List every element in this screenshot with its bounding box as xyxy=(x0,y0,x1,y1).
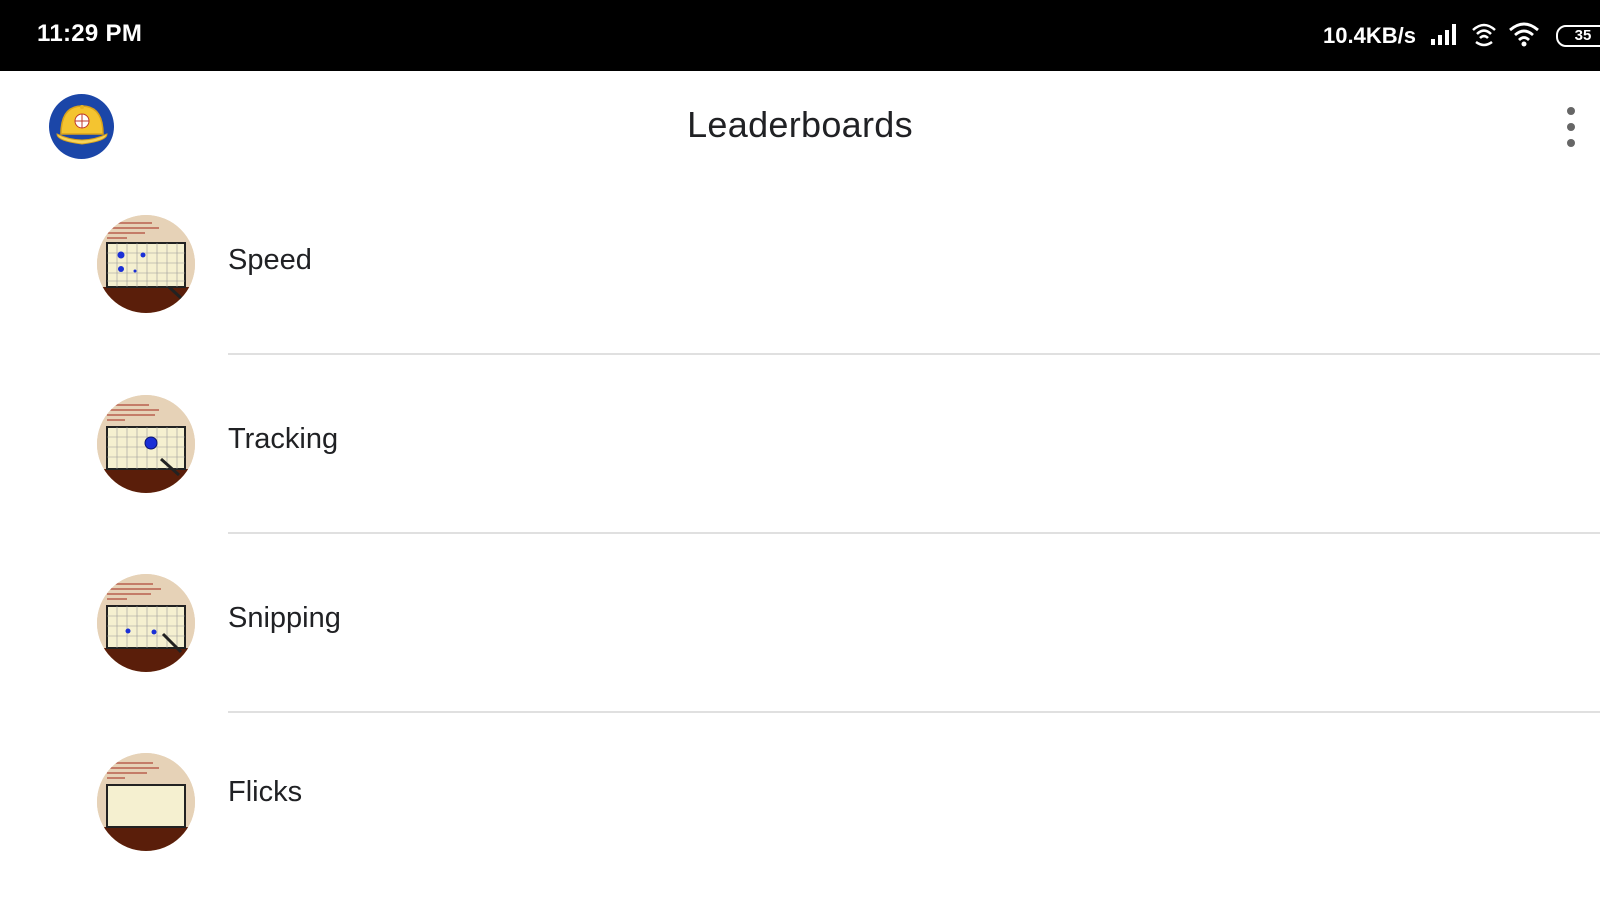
leaderboard-item-speed[interactable]: Speed xyxy=(0,181,1600,360)
hotspot-icon xyxy=(1470,21,1498,52)
flicks-thumbnail-icon xyxy=(97,753,195,851)
leaderboard-label: Flicks xyxy=(228,776,303,808)
leaderboard-label: Snipping xyxy=(228,602,341,634)
leaderboard-item-flicks[interactable]: Flicks xyxy=(0,718,1600,897)
status-bar: 11:29 PM 10.4KB/s 35 xyxy=(0,0,1600,71)
network-speed: 10.4KB/s xyxy=(1323,23,1416,48)
snipping-thumbnail-icon xyxy=(97,574,195,672)
leaderboard-label: Tracking xyxy=(228,423,339,455)
more-vert-icon[interactable] xyxy=(1558,107,1584,147)
divider xyxy=(228,532,1600,534)
leaderboard-label: Speed xyxy=(228,244,312,276)
signal-icon xyxy=(1430,23,1460,50)
divider xyxy=(228,353,1600,355)
status-icons: 10.4KB/s 35 xyxy=(1323,18,1600,54)
page-title: Leaderboards xyxy=(687,104,913,145)
battery-icon: 35 xyxy=(1556,25,1600,47)
leaderboard-item-snipping[interactable]: Snipping xyxy=(0,539,1600,718)
divider xyxy=(228,711,1600,713)
speed-thumbnail-icon xyxy=(97,215,195,313)
app-bar: Leaderboards xyxy=(0,71,1600,181)
battery-level: 35 xyxy=(1574,27,1592,44)
status-time: 11:29 PM xyxy=(37,20,143,47)
tracking-thumbnail-icon xyxy=(97,395,195,493)
leaderboard-item-tracking[interactable]: Tracking xyxy=(0,360,1600,539)
wifi-icon xyxy=(1508,21,1540,52)
